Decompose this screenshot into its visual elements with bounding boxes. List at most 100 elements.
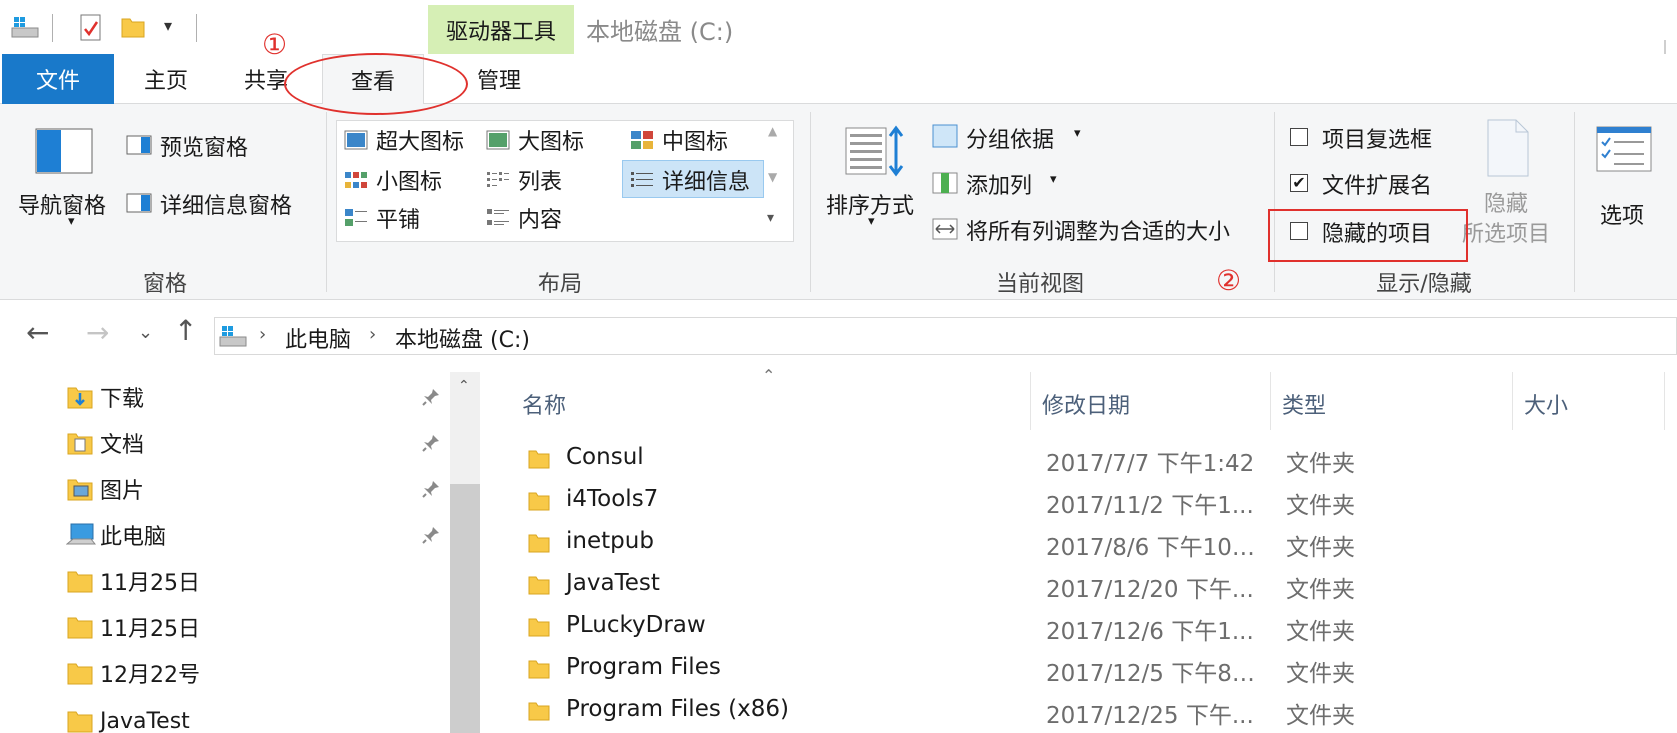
column-header-type[interactable]: 类型 xyxy=(1282,382,1326,426)
annotation-marker-1: ① xyxy=(262,28,288,61)
nav-item-folder[interactable]: 11月25日 xyxy=(66,610,200,644)
tab-file[interactable]: 文件 xyxy=(2,54,114,104)
layout-list[interactable]: 列表 xyxy=(486,162,606,198)
file-extensions-label: 文件扩展名 xyxy=(1322,174,1433,199)
item-checkboxes-checkbox[interactable] xyxy=(1290,128,1308,146)
folder-icon xyxy=(67,571,93,593)
recent-locations-chevron-icon[interactable]: ⌄ xyxy=(138,322,153,343)
pin-icon[interactable] xyxy=(422,526,440,544)
size-all-columns-button[interactable]: 将所有列调整为合适的大小 xyxy=(930,210,1264,248)
table-row[interactable]: Consul 2017/7/7 下午1:42 文件夹 xyxy=(488,438,1677,478)
breadcrumb-separator-icon[interactable]: › xyxy=(369,324,376,345)
pin-icon[interactable] xyxy=(422,388,440,406)
file-name: inetpub xyxy=(566,528,654,554)
options-button[interactable]: 选项 xyxy=(1582,114,1672,244)
layout-scroll-down-icon[interactable]: ▼ xyxy=(768,170,777,184)
large-icons-icon xyxy=(486,130,510,150)
layout-medium-icons[interactable]: 中图标 xyxy=(630,122,750,158)
pin-icon[interactable] xyxy=(422,480,440,498)
annotation-circle xyxy=(284,53,468,115)
address-bar[interactable]: › 此电脑 › 本地磁盘 (C:) xyxy=(214,317,1677,355)
add-columns-button[interactable]: 添加列 ▾ xyxy=(930,164,1100,202)
table-row[interactable]: i4Tools7 2017/11/2 下午1... 文件夹 xyxy=(488,480,1677,520)
group-label-show-hide: 显示/隐藏 xyxy=(1376,272,1472,297)
column-header-size[interactable]: 大小 xyxy=(1524,382,1568,426)
layout-details[interactable]: 详细信息 xyxy=(630,162,760,198)
nav-item-pictures[interactable]: 图片 xyxy=(66,472,144,506)
nav-item-folder[interactable]: 11月25日 xyxy=(66,564,200,598)
up-arrow-icon[interactable]: ↑ xyxy=(174,314,197,347)
table-row[interactable]: PLuckyDraw 2017/12/6 下午1... 文件夹 xyxy=(488,606,1677,646)
sort-by-button[interactable]: 排序方式 ▾ xyxy=(818,114,922,244)
nav-item-documents[interactable]: 文档 xyxy=(66,426,144,460)
size-all-columns-icon xyxy=(932,218,958,240)
navigation-pane: 下载 文档 图片 此电脑 11月25日 11月25日 12月22号 JavaTe… xyxy=(0,372,480,733)
nav-item-downloads[interactable]: 下载 xyxy=(66,380,144,414)
layout-small-icons[interactable]: 小图标 xyxy=(344,162,464,198)
folder-icon xyxy=(528,702,550,721)
hide-selected-label-1: 隐藏 xyxy=(1484,192,1529,217)
forward-arrow-icon[interactable]: → xyxy=(86,316,109,349)
list-label: 列表 xyxy=(518,170,563,195)
nav-item-this-pc[interactable]: 此电脑 xyxy=(66,518,166,552)
customize-quick-access-icon[interactable]: ▾ xyxy=(164,16,172,35)
column-separator[interactable] xyxy=(1030,372,1031,430)
title-bar: ▾ 驱动器工具 本地磁盘 (C:) xyxy=(0,0,1677,100)
nav-item-folder[interactable]: 12月22号 xyxy=(66,656,200,690)
group-label-panes: 窗格 xyxy=(142,272,187,297)
new-folder-icon[interactable] xyxy=(120,14,146,40)
layout-scroll-up-icon[interactable]: ▲ xyxy=(768,124,777,138)
group-by-button[interactable]: 分组依据 ▾ xyxy=(930,118,1100,156)
back-arrow-icon[interactable]: ← xyxy=(26,316,49,349)
tab-file-label: 文件 xyxy=(35,69,80,94)
details-pane-button[interactable]: 详细信息窗格 xyxy=(124,184,314,222)
file-extensions-option[interactable]: ✔ 文件扩展名 xyxy=(1286,164,1456,202)
nav-pane-scrollbar-thumb[interactable] xyxy=(450,484,480,733)
layout-expand-icon[interactable]: ▾ xyxy=(767,210,774,226)
properties-icon[interactable] xyxy=(78,13,104,43)
pin-icon[interactable] xyxy=(422,434,440,452)
nav-item-folder[interactable]: JavaTest xyxy=(66,704,190,733)
breadcrumb-this-pc[interactable]: 此电脑 xyxy=(285,322,351,354)
preview-pane-button[interactable]: 预览窗格 xyxy=(124,126,314,164)
pictures-folder-icon xyxy=(67,479,93,501)
file-name: JavaTest xyxy=(566,570,660,596)
sort-by-icon xyxy=(845,125,904,177)
table-row[interactable]: Program Files (x86) 2017/12/25 下午... 文件夹 xyxy=(488,690,1677,730)
layout-tiles[interactable]: 平铺 xyxy=(344,200,464,236)
layout-extra-large-icons[interactable]: 超大图标 xyxy=(344,122,484,158)
hide-selected-items-button[interactable]: 隐藏 所选项目 xyxy=(1458,114,1562,254)
breadcrumb-separator-icon[interactable]: › xyxy=(259,324,266,345)
folder-icon xyxy=(528,576,550,595)
details-icon xyxy=(631,172,653,187)
item-checkboxes-option[interactable]: 项目复选框 xyxy=(1286,118,1456,156)
nav-pane-label: 导航窗格 xyxy=(18,194,107,219)
details-pane-label: 详细信息窗格 xyxy=(160,194,293,219)
folder-icon xyxy=(67,617,93,639)
downloads-folder-icon xyxy=(67,387,93,409)
file-date: 2017/12/6 下午1... xyxy=(1046,619,1254,645)
nav-pane-dropdown-icon: ▾ xyxy=(68,214,75,229)
tab-home[interactable]: 主页 xyxy=(126,54,206,104)
column-separator[interactable] xyxy=(1512,372,1513,430)
layout-large-icons[interactable]: 大图标 xyxy=(486,122,606,158)
scroll-up-icon[interactable]: ⌃ xyxy=(458,378,470,394)
column-separator[interactable] xyxy=(1664,372,1665,430)
item-checkboxes-label: 项目复选框 xyxy=(1322,128,1433,153)
table-row[interactable]: JavaTest 2017/12/20 下午... 文件夹 xyxy=(488,564,1677,604)
layout-content[interactable]: 内容 xyxy=(486,200,606,236)
nav-pane-button[interactable]: 导航窗格 ▾ xyxy=(10,114,122,244)
column-separator[interactable] xyxy=(1270,372,1271,430)
breadcrumb-local-disk[interactable]: 本地磁盘 (C:) xyxy=(395,322,530,354)
column-header-label: 类型 xyxy=(1282,394,1327,419)
column-header-name[interactable]: 名称 xyxy=(522,382,566,426)
medium-icons-label: 中图标 xyxy=(662,130,729,155)
tiles-label: 平铺 xyxy=(376,208,421,233)
column-header-date[interactable]: 修改日期 xyxy=(1042,382,1130,426)
file-extensions-checkbox[interactable]: ✔ xyxy=(1290,174,1308,192)
table-row[interactable]: Program Files 2017/12/5 下午8:... 文件夹 xyxy=(488,648,1677,688)
drive-icon xyxy=(11,17,39,38)
sort-indicator-icon: ⌃ xyxy=(762,366,776,385)
table-row[interactable]: inetpub 2017/8/6 下午10:... 文件夹 xyxy=(488,522,1677,562)
file-type: 文件夹 xyxy=(1286,661,1355,687)
